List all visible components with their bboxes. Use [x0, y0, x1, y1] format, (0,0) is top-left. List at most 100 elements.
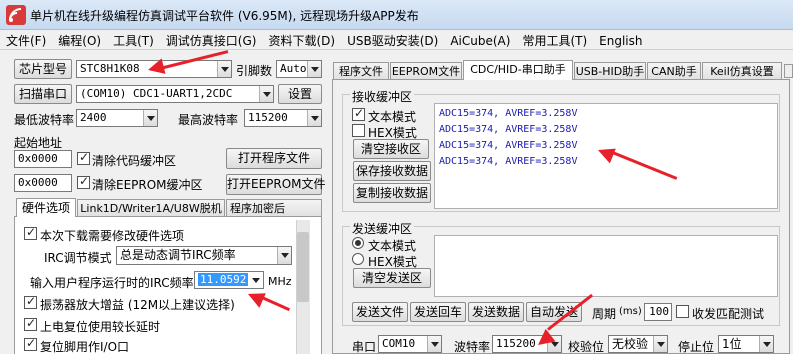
recv-text-mode-checkbox[interactable] [352, 106, 365, 121]
title-bar: 单片机在线升级编程仿真调试平台软件 (V6.95M), 远程现场升级APP发布 [0, 0, 793, 30]
send-hex-mode-radio[interactable] [352, 253, 364, 265]
pin-count-select[interactable]: Auto [276, 60, 322, 78]
tab-cdc-serial[interactable]: CDC/HID-串口助手 [463, 60, 573, 80]
port-value: (COM10) CDC1-UART1,2CDC [80, 87, 233, 100]
irc-frequency-value: 11.0592 [198, 273, 249, 286]
irc-mode-select[interactable]: 总是动态调节IRC频率 [116, 246, 292, 265]
chevron-down-icon[interactable] [143, 110, 157, 126]
chevron-down-icon[interactable] [759, 336, 773, 352]
chevron-down-icon[interactable] [307, 110, 321, 126]
menu-common-tools[interactable]: 常用工具(T) [516, 30, 593, 51]
period-label: 周期 [592, 307, 617, 321]
clear-code-checkbox[interactable] [77, 150, 90, 165]
menu-bar: 文件(F) 编程(O) 工具(T) 调试仿真接口(G) 资料下载(D) USB驱动安装(D… [0, 30, 793, 50]
chevron-down-icon[interactable] [259, 86, 273, 102]
tab-hardware-options[interactable]: 硬件选项 [16, 198, 76, 217]
menu-download[interactable]: 资料下载(D) [262, 30, 341, 51]
receive-group-title: 接收缓冲区 [350, 88, 415, 105]
osc-gain-label: 振荡器放大增益 (12M以上建议选择) [40, 298, 235, 312]
reset-pin-io-label: 复位脚用作I/O口 [40, 340, 130, 354]
min-baud-select[interactable]: 2400 [76, 109, 158, 127]
send-text-mode-label: 文本模式 [368, 239, 417, 253]
send-enter-button[interactable]: 发送回车 [410, 302, 466, 322]
clear-eeprom-label: 清除EEPROM缓冲区 [92, 178, 203, 192]
parity-value: 无校验 [612, 337, 649, 351]
recv-text-mode-label: 文本模式 [368, 110, 417, 124]
period-input[interactable]: 100 [644, 303, 672, 321]
scrollbar-thumb[interactable] [297, 232, 309, 302]
menu-english[interactable]: English [593, 32, 648, 50]
max-baud-select[interactable]: 115200 [244, 109, 322, 127]
serial-port-select[interactable]: COM10 [378, 335, 442, 353]
menu-tools[interactable]: 工具(T) [107, 30, 160, 51]
reset-delay-label: 上电复位使用较长延时 [40, 320, 161, 334]
send-data-button[interactable]: 发送数据 [468, 302, 524, 322]
chevron-down-icon[interactable] [653, 336, 667, 352]
reset-delay-checkbox[interactable] [24, 316, 37, 331]
max-baud-value: 115200 [248, 111, 288, 124]
chevron-down-icon[interactable] [249, 272, 263, 288]
menu-aicube[interactable]: AiCube(A) [444, 32, 516, 50]
parity-select[interactable]: 无校验 [608, 335, 668, 353]
irc-unit-label: MHz [268, 275, 292, 288]
chevron-down-icon[interactable] [427, 336, 441, 352]
port-select[interactable]: (COM10) CDC1-UART1,2CDC [76, 85, 274, 103]
reset-pin-io-checkbox[interactable] [24, 336, 37, 351]
tab-encryption[interactable]: 程序加密后 [226, 199, 322, 217]
menu-usb-driver[interactable]: USB驱动安装(D) [341, 30, 444, 51]
tab-program-file[interactable]: 程序文件 [333, 62, 389, 80]
pin-count-value: Auto [280, 62, 307, 75]
baud-rate-value: 115200 [496, 337, 536, 350]
auto-send-button[interactable]: 自动发送 [526, 302, 582, 322]
menu-debug[interactable]: 调试仿真接口(G) [160, 30, 263, 51]
irc-mode-value: 总是动态调节IRC频率 [120, 248, 236, 262]
min-baud-label: 最低波特率 [14, 113, 75, 127]
chevron-down-icon[interactable] [217, 61, 231, 77]
osc-gain-checkbox[interactable] [24, 294, 37, 309]
tab-keil-settings[interactable]: Keil仿真设置 [702, 62, 782, 80]
min-baud-value: 2400 [80, 111, 107, 124]
open-program-button[interactable]: 打开程序文件 [226, 148, 322, 169]
receive-line: ADC15=374, AVREF=3.258V [439, 108, 578, 119]
start-address-label: 起始地址 [14, 136, 63, 150]
clear-send-button[interactable]: 清空发送区 [353, 268, 431, 288]
pin-count-label: 引脚数 [236, 64, 273, 78]
chip-model-button[interactable]: 芯片型号 [14, 59, 72, 79]
window-title: 单片机在线升级编程仿真调试平台软件 (V6.95M), 远程现场升级APP发布 [30, 9, 419, 23]
modify-hw-options-checkbox[interactable] [24, 225, 37, 240]
port-settings-button[interactable]: 设置 [278, 84, 322, 104]
irc-frequency-select[interactable]: 11.0592 [194, 271, 264, 289]
tab-offline-writer[interactable]: Link1D/Writer1A/U8W脱机 [77, 199, 225, 217]
tab-usb-hid[interactable]: USB-HID助手 [574, 62, 646, 80]
tab-scroll-right-icon[interactable] [784, 64, 793, 78]
menu-file[interactable]: 文件(F) [0, 30, 52, 51]
irc-frequency-label: 输入用户程序运行时的IRC频率 [30, 276, 194, 290]
scan-port-button[interactable]: 扫描串口 [14, 84, 72, 104]
match-test-label: 收发匹配测试 [692, 307, 765, 321]
match-test-checkbox[interactable] [676, 305, 689, 318]
code-address-input[interactable]: 0x0000 [14, 150, 72, 168]
tab-can[interactable]: CAN助手 [647, 62, 701, 80]
save-receive-button[interactable]: 保存接收数据 [353, 161, 431, 181]
stop-bits-select[interactable]: 1位 [718, 335, 774, 353]
stop-bits-label: 停止位 [678, 340, 715, 354]
serial-port-label: 串口 [352, 340, 377, 354]
clear-eeprom-checkbox[interactable] [77, 174, 90, 189]
send-textarea[interactable] [434, 235, 778, 297]
max-baud-label: 最高波特率 [178, 113, 239, 127]
recv-hex-mode-checkbox[interactable] [352, 124, 365, 137]
clear-receive-button[interactable]: 清空接收区 [353, 139, 429, 159]
chevron-down-icon[interactable] [277, 247, 291, 264]
stop-bits-value: 1位 [722, 337, 742, 351]
eeprom-address-input[interactable]: 0x0000 [14, 174, 72, 192]
baud-rate-label: 波特率 [454, 340, 491, 354]
app-logo-icon [6, 5, 26, 25]
chevron-down-icon[interactable] [307, 61, 321, 77]
open-eeprom-button[interactable]: 打开EEPROM文件 [226, 174, 326, 195]
send-text-mode-radio[interactable] [352, 237, 364, 249]
menu-program[interactable]: 编程(O) [52, 30, 107, 51]
tab-eeprom-file[interactable]: EEPROM文件 [390, 62, 462, 80]
copy-receive-button[interactable]: 复制接收数据 [353, 183, 431, 203]
period-unit: (ms) [619, 306, 642, 317]
send-file-button[interactable]: 发送文件 [352, 302, 408, 322]
